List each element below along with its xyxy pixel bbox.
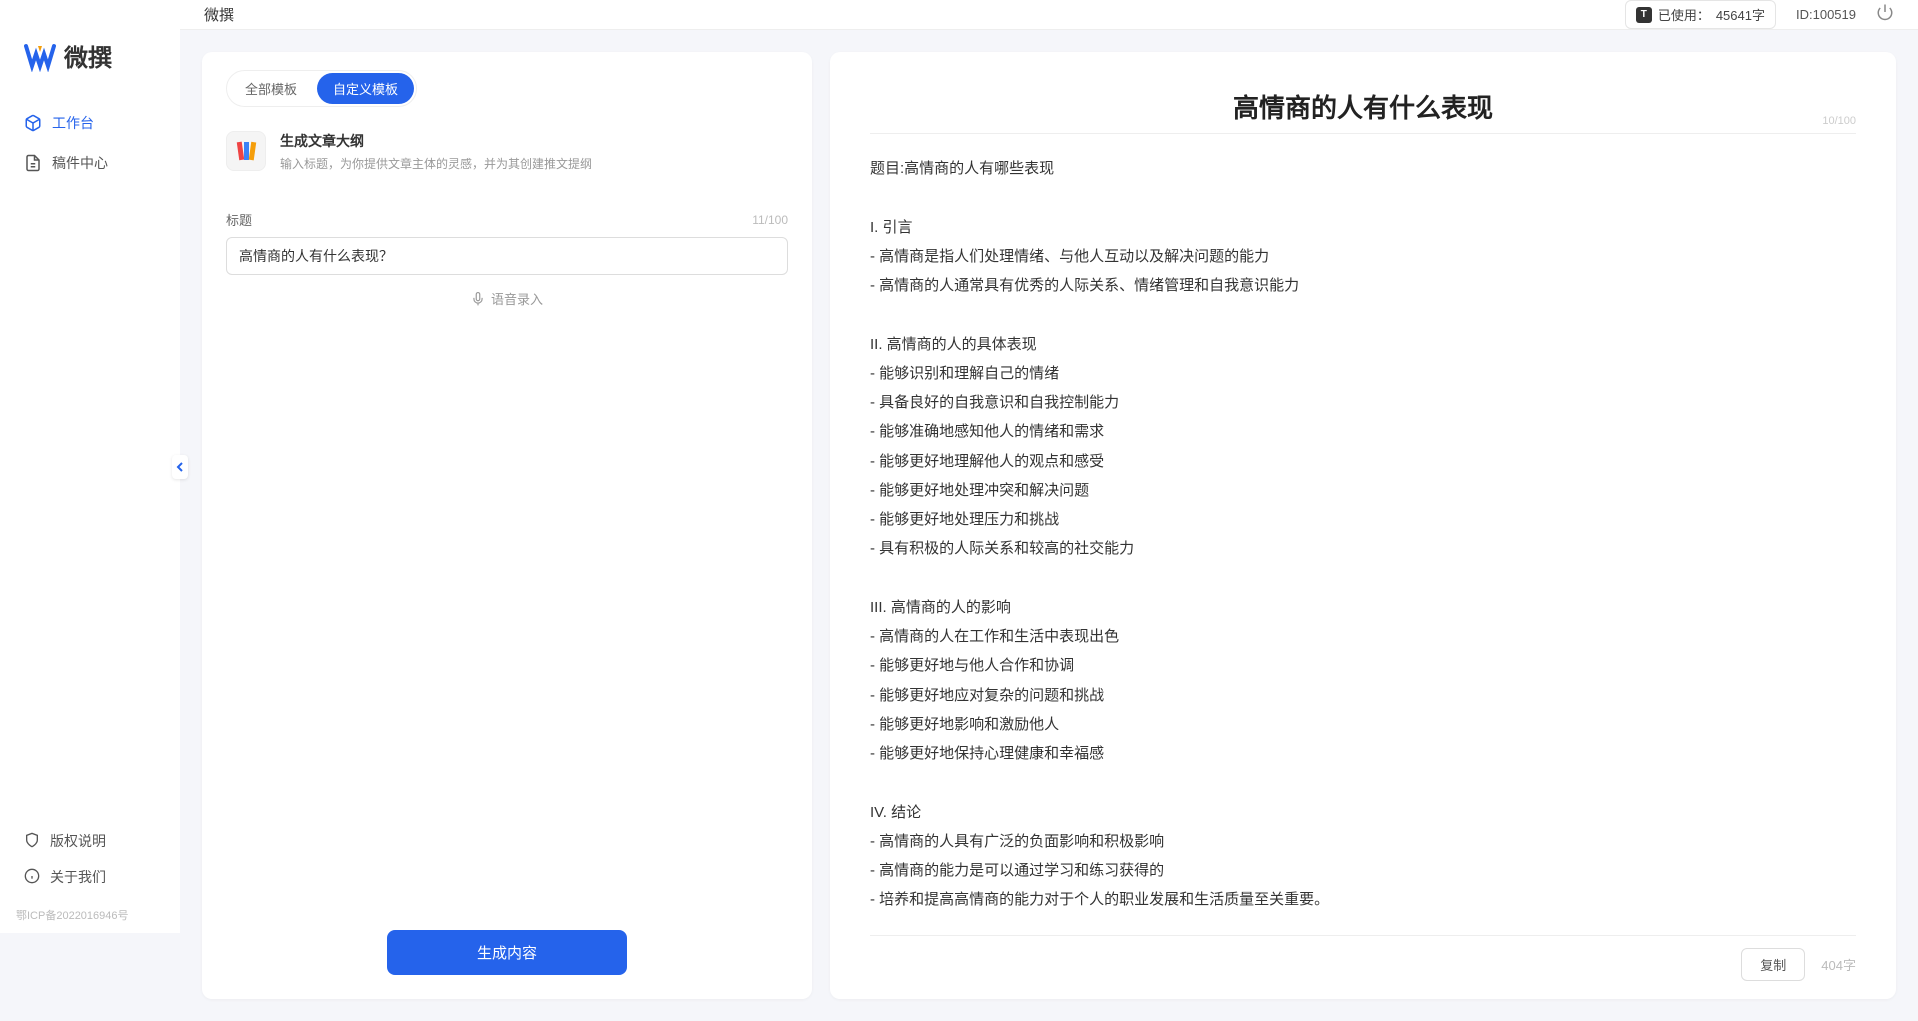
tab-custom-templates[interactable]: 自定义模板: [317, 73, 414, 104]
text-icon: T: [1636, 7, 1652, 23]
nav-label: 工作台: [52, 113, 94, 133]
template-icon: [226, 131, 266, 171]
nav-label: 稿件中心: [52, 153, 108, 173]
template-desc: 输入标题，为你提供文章主体的灵感，并为其创建推文提纲: [280, 155, 592, 172]
chevron-left-icon: [176, 462, 184, 472]
sidebar: 微撰 工作台 稿件中心 版权说明: [0, 0, 180, 933]
word-count: 404字: [1821, 955, 1856, 974]
template-title: 生成文章大纲: [280, 131, 592, 151]
input-panel: 全部模板 自定义模板 生成文章大纲 输入标题，为你提供文章主体的灵感，并为其创建…: [202, 52, 812, 999]
nav-workbench[interactable]: 工作台: [16, 103, 164, 143]
logo[interactable]: 微撰: [0, 30, 180, 103]
nav-drafts[interactable]: 稿件中心: [16, 143, 164, 183]
copyright-link[interactable]: 版权说明: [16, 823, 164, 859]
output-panel: 高情商的人有什么表现 10/100 题目:高情商的人有哪些表现 I. 引言 - …: [830, 52, 1896, 999]
shield-icon: [24, 832, 40, 851]
input-label: 标题: [226, 210, 252, 229]
info-icon: [24, 868, 40, 887]
output-title-counter: 10/100: [1822, 115, 1856, 127]
user-id: ID:100519: [1796, 7, 1856, 22]
document-icon: [24, 154, 42, 172]
template-card: 生成文章大纲 输入标题，为你提供文章主体的灵感，并为其创建推文提纲: [226, 125, 788, 190]
icp-text: 鄂ICP备2022016946号: [0, 903, 180, 933]
cube-icon: [24, 114, 42, 132]
power-icon[interactable]: [1876, 3, 1894, 26]
about-link[interactable]: 关于我们: [16, 859, 164, 895]
copy-button[interactable]: 复制: [1741, 948, 1805, 981]
output-body[interactable]: 题目:高情商的人有哪些表现 I. 引言 - 高情商是指人们处理情绪、与他人互动以…: [870, 134, 1856, 935]
generate-button[interactable]: 生成内容: [387, 930, 627, 975]
logo-icon: [24, 40, 56, 72]
title-input[interactable]: [226, 237, 788, 275]
mic-icon: [471, 292, 485, 306]
template-tabs: 全部模板 自定义模板: [226, 70, 417, 107]
nav: 工作台 稿件中心: [0, 103, 180, 823]
logo-text: 微撰: [64, 38, 112, 73]
usage-badge[interactable]: T 已使用：45641字: [1625, 0, 1776, 29]
tab-all-templates[interactable]: 全部模板: [229, 73, 313, 104]
voice-input-button[interactable]: 语音录入: [226, 275, 788, 322]
output-title: 高情商的人有什么表现: [870, 88, 1856, 125]
page-title: 微撰: [204, 4, 234, 25]
sidebar-collapse-toggle[interactable]: [172, 455, 188, 479]
char-counter: 11/100: [752, 213, 788, 227]
topbar: 微撰 T 已使用：45641字 ID:100519: [180, 0, 1918, 30]
